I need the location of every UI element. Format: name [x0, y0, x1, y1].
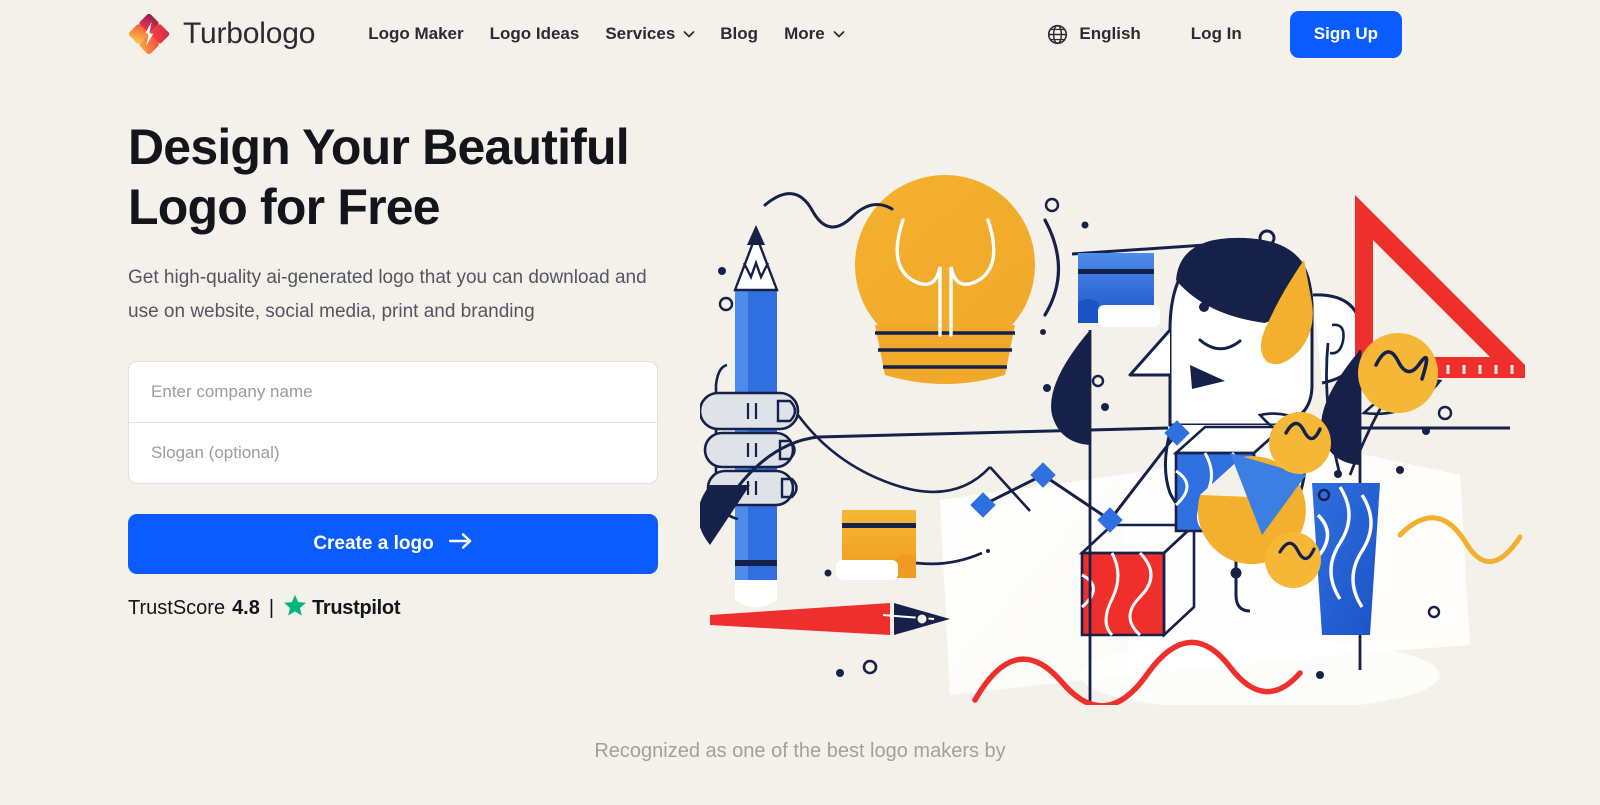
nav-item-more[interactable]: More [771, 16, 857, 52]
nav-label: More [784, 24, 825, 43]
logo-form [128, 360, 658, 484]
recognized-note: Recognized as one of the best logo maker… [594, 740, 1006, 762]
language-selector[interactable]: English [1037, 16, 1150, 53]
turbologo-diamond-spark-icon [128, 13, 170, 55]
nav-item-logo-maker[interactable]: Logo Maker [355, 16, 476, 52]
page-title: Design Your Beautiful Logo for Free [128, 118, 748, 237]
trustscore-separator: | [268, 596, 275, 619]
headline-line-1: Design Your Beautiful [128, 119, 630, 175]
hero-content: Design Your Beautiful Logo for Free Get … [128, 118, 748, 623]
nav-item-services[interactable]: Services [592, 16, 707, 52]
trustscore-label: TrustScore [128, 596, 226, 619]
chevron-down-icon [683, 28, 695, 39]
trustpilot-brand: Trustpilot [312, 596, 401, 619]
globe-icon [1047, 24, 1068, 45]
site-header: Turbologo Logo Maker Logo Ideas Services… [0, 0, 1600, 68]
login-link[interactable]: Log In [1181, 16, 1252, 52]
fountain-pen-icon [710, 603, 950, 635]
subheadline-line-2: use on website, social media, print and … [128, 300, 535, 322]
create-logo-label: Create a logo [313, 532, 434, 554]
brand-logo[interactable]: Turbologo [128, 13, 315, 55]
nav-label: Logo Maker [368, 24, 464, 43]
trustpilot-star-icon [283, 594, 307, 623]
trustscore-value: 4.8 [232, 596, 260, 619]
header-actions: English Log In Sign Up [1037, 10, 1402, 58]
headline-line-2: Logo for Free [128, 178, 441, 235]
trustpilot-rating[interactable]: TrustScore 4.8 | Trustpilot [128, 594, 748, 623]
signup-button[interactable]: Sign Up [1289, 10, 1402, 58]
arrow-right-icon [448, 532, 473, 556]
designer-workspace-illustration [700, 175, 1540, 705]
slogan-input[interactable] [129, 422, 657, 483]
main-nav: Logo Maker Logo Ideas Services Blog More [355, 16, 857, 52]
chevron-down-icon [833, 28, 845, 39]
create-logo-button[interactable]: Create a logo [128, 513, 658, 574]
hero-subheadline: Get high-quality ai-generated logo that … [128, 261, 728, 329]
brand-name: Turbologo [183, 17, 316, 50]
nav-label: Logo Ideas [489, 24, 580, 43]
nav-item-blog[interactable]: Blog [707, 16, 771, 52]
company-name-input[interactable] [129, 361, 657, 422]
nav-item-logo-ideas[interactable]: Logo Ideas [477, 16, 593, 52]
subheadline-line-1: Get high-quality ai-generated logo that … [128, 267, 647, 288]
nav-label: Services [605, 24, 676, 43]
blue-color-swatch-icon [1078, 253, 1160, 327]
nav-label: Blog [720, 24, 759, 43]
language-label: English [1079, 24, 1141, 43]
